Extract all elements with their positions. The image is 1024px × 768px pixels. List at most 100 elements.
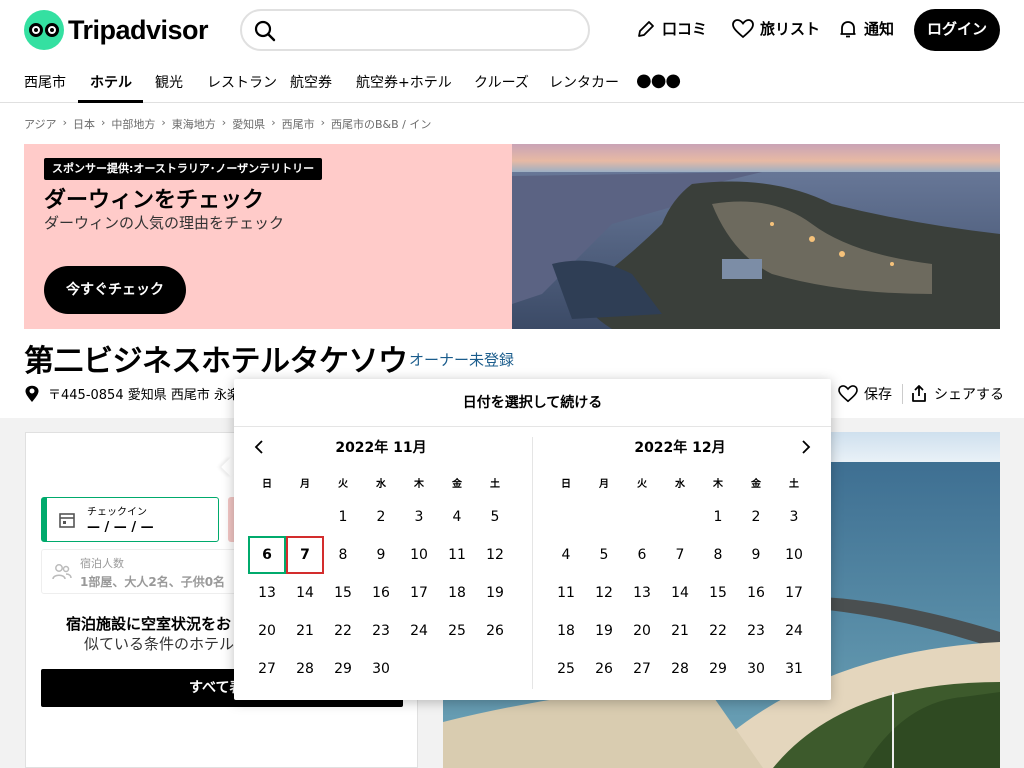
breadcrumb-item[interactable]: 中部地方 xyxy=(111,116,155,132)
calendar-day[interactable]: 1 xyxy=(324,498,362,536)
calendar-day[interactable]: 2 xyxy=(362,498,400,536)
calendar-day[interactable]: 8 xyxy=(324,536,362,574)
review-button[interactable]: 口コミ xyxy=(636,18,707,39)
calendar-day[interactable]: 10 xyxy=(775,536,813,574)
calendar-day[interactable]: 17 xyxy=(775,574,813,612)
search-input[interactable] xyxy=(240,9,590,51)
calendar-day[interactable]: 20 xyxy=(623,612,661,650)
calendar-day[interactable]: 27 xyxy=(248,650,286,688)
ad-title: ダーウィンをチェック xyxy=(44,188,265,213)
heart-icon xyxy=(838,385,858,403)
owner-unregistered-link[interactable]: オーナー未登録 xyxy=(409,349,514,370)
calendar-day[interactable]: 1 xyxy=(699,498,737,536)
calendar-day[interactable]: 18 xyxy=(547,612,585,650)
breadcrumb-item[interactable]: 西尾市 xyxy=(282,116,315,132)
nav-item-sightseeing[interactable]: 観光 xyxy=(155,72,183,92)
calendar-day[interactable]: 8 xyxy=(699,536,737,574)
calendar-day[interactable]: 23 xyxy=(362,612,400,650)
ad-city-photo xyxy=(512,144,1000,329)
breadcrumb-item[interactable]: 愛知県 xyxy=(232,116,265,132)
next-month-arrow-icon[interactable] xyxy=(797,439,813,455)
calendar-day[interactable]: 25 xyxy=(438,612,476,650)
calendar-day[interactable]: 9 xyxy=(362,536,400,574)
calendar-day[interactable]: 11 xyxy=(547,574,585,612)
checkin-field[interactable]: チェックイン — / — / — xyxy=(41,497,219,542)
tripadvisor-logo[interactable]: Tripadvisor xyxy=(24,10,209,50)
calendar-day-checkout[interactable]: 7 xyxy=(286,536,324,574)
calendar-day[interactable]: 4 xyxy=(438,498,476,536)
calendar-day[interactable]: 11 xyxy=(438,536,476,574)
calendar-day[interactable]: 6 xyxy=(623,536,661,574)
calendar-day[interactable]: 15 xyxy=(699,574,737,612)
login-button[interactable]: ログイン xyxy=(914,9,1000,51)
calendar-day[interactable]: 2 xyxy=(737,498,775,536)
calendar-day[interactable]: 10 xyxy=(400,536,438,574)
calendar-day[interactable]: 5 xyxy=(476,498,514,536)
calendar-day[interactable]: 17 xyxy=(400,574,438,612)
calendar-day[interactable]: 3 xyxy=(775,498,813,536)
calendar-day[interactable]: 16 xyxy=(362,574,400,612)
calendar-day[interactable]: 22 xyxy=(324,612,362,650)
calendar-day[interactable]: 29 xyxy=(324,650,362,688)
breadcrumb-item[interactable]: 日本 xyxy=(73,116,95,132)
calendar-day[interactable]: 4 xyxy=(547,536,585,574)
calendar-day[interactable]: 13 xyxy=(623,574,661,612)
prev-month-arrow-icon[interactable] xyxy=(252,439,268,455)
calendar-day[interactable]: 29 xyxy=(699,650,737,688)
sponsored-ad[interactable]: スポンサー提供:オーストラリア･ノーザンテリトリー ダーウィンをチェック ダーウ… xyxy=(24,144,1000,329)
calendar-day[interactable]: 19 xyxy=(476,574,514,612)
calendar-day[interactable]: 31 xyxy=(775,650,813,688)
weekday-label: 月 xyxy=(300,479,310,490)
nav-item-hotels[interactable]: ホテル xyxy=(90,72,132,92)
calendar-day[interactable]: 9 xyxy=(737,536,775,574)
calendar-day[interactable]: 28 xyxy=(661,650,699,688)
calendar-day[interactable]: 5 xyxy=(585,536,623,574)
calendar-day[interactable]: 14 xyxy=(661,574,699,612)
calendar-day[interactable]: 28 xyxy=(286,650,324,688)
calendar-day[interactable]: 18 xyxy=(438,574,476,612)
calendar-day[interactable]: 3 xyxy=(400,498,438,536)
location-pin-icon xyxy=(25,385,39,402)
address-text[interactable]: 〒445-0854 愛知県 西尾市 永楽 xyxy=(48,384,240,403)
calendar-day[interactable]: 12 xyxy=(585,574,623,612)
nav-item-city[interactable]: 西尾市 xyxy=(24,72,66,92)
more-icon[interactable]: ●●● xyxy=(636,70,681,91)
guests-field[interactable]: 宿泊人数 1部屋、大人2名、子供0名 xyxy=(41,549,241,594)
trips-button[interactable]: 旅リスト xyxy=(732,18,820,39)
nav-item-restaurants[interactable]: レストラン xyxy=(207,72,277,92)
calendar-day[interactable]: 16 xyxy=(737,574,775,612)
calendar-day[interactable]: 15 xyxy=(324,574,362,612)
calendar-day[interactable]: 27 xyxy=(623,650,661,688)
share-button[interactable]: シェアする xyxy=(910,384,1004,404)
calendar-day[interactable]: 25 xyxy=(547,650,585,688)
alerts-button[interactable]: 通知 xyxy=(838,18,894,39)
calendar-day[interactable]: 30 xyxy=(737,650,775,688)
ad-cta-button[interactable]: 今すぐチェック xyxy=(44,266,186,314)
calendar-day[interactable]: 26 xyxy=(476,612,514,650)
calendar-day[interactable]: 26 xyxy=(585,650,623,688)
nav-item-flight-hotel[interactable]: 航空券+ホテル xyxy=(356,72,452,92)
save-button[interactable]: 保存 xyxy=(838,384,892,404)
calendar-day[interactable]: 21 xyxy=(661,612,699,650)
calendar-day[interactable]: 23 xyxy=(737,612,775,650)
breadcrumb-item[interactable]: アジア xyxy=(24,116,57,132)
calendar-day[interactable]: 20 xyxy=(248,612,286,650)
calendar-day[interactable]: 7 xyxy=(661,536,699,574)
calendar-day[interactable]: 24 xyxy=(400,612,438,650)
calendar-day[interactable]: 13 xyxy=(248,574,286,612)
calendar-day[interactable]: 24 xyxy=(775,612,813,650)
calendar-day[interactable]: 30 xyxy=(362,650,400,688)
breadcrumb-item[interactable]: 東海地方 xyxy=(172,116,216,132)
calendar-day[interactable]: 21 xyxy=(286,612,324,650)
calendar-day-checkin[interactable]: 6 xyxy=(248,536,286,574)
nav-item-rental-cars[interactable]: レンタカー xyxy=(549,72,619,92)
nav-item-cruises[interactable]: クルーズ xyxy=(474,72,529,92)
nav-item-flights[interactable]: 航空券 xyxy=(290,72,332,92)
breadcrumb-separator: › xyxy=(271,116,276,129)
similar-hotels-text: 似ている条件のホテル xyxy=(84,635,235,653)
calendar-day[interactable]: 19 xyxy=(585,612,623,650)
calendar-day[interactable]: 12 xyxy=(476,536,514,574)
divider xyxy=(902,384,903,404)
calendar-day[interactable]: 14 xyxy=(286,574,324,612)
calendar-day[interactable]: 22 xyxy=(699,612,737,650)
